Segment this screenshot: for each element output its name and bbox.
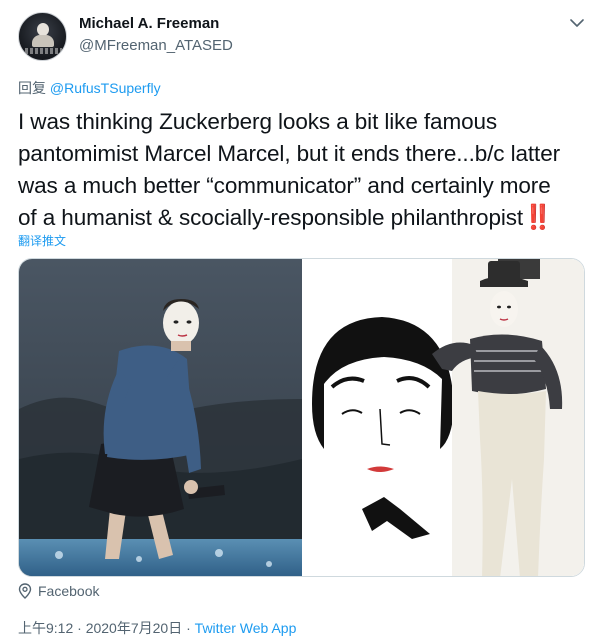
- avatar-caption-shape: [25, 48, 62, 54]
- translate-tweet-link[interactable]: 翻译推文: [18, 232, 66, 249]
- double-exclamation-emoji: ‼️: [523, 204, 553, 231]
- source-app-link[interactable]: Twitter Web App: [195, 620, 297, 636]
- tweet-time[interactable]: 上午9:12: [18, 620, 73, 636]
- chevron-down-icon: [570, 18, 584, 27]
- author-handle[interactable]: @MFreeman_ATASED: [79, 37, 233, 54]
- author-name[interactable]: Michael A. Freeman: [79, 15, 219, 32]
- tweet-text-line-text: of a humanist & scocially-responsible ph…: [18, 205, 524, 230]
- media-container[interactable]: [18, 258, 585, 577]
- photo-man-on-shore[interactable]: [19, 259, 302, 577]
- tweet-date[interactable]: 2020年7月20日: [86, 620, 183, 636]
- reply-context: 回复 @RufusTSuperfly: [18, 78, 161, 98]
- meta-separator: ·: [77, 620, 82, 636]
- tweet-text-line: pantomimist Marcel Marcel, but it ends t…: [18, 141, 561, 166]
- tweet-meta: 上午9:12 · 2020年7月20日 · Twitter Web App: [18, 618, 296, 638]
- reply-label: 回复: [18, 80, 46, 96]
- avatar[interactable]: [18, 12, 67, 61]
- source-location[interactable]: Facebook: [18, 583, 99, 599]
- avatar-body-shape: [32, 35, 54, 47]
- source-label: Facebook: [38, 583, 100, 599]
- tweet-text-line: of a humanist & scocially-responsible ph…: [18, 202, 588, 234]
- tweet-text-line: was a much better “communicator” and cer…: [18, 173, 551, 198]
- reply-to-link[interactable]: @RufusTSuperfly: [50, 80, 161, 96]
- location-pin-icon: [18, 583, 32, 599]
- photo-mime-illustration[interactable]: [302, 259, 585, 577]
- tweet-text-line: I was thinking Zuckerberg looks a bit li…: [18, 109, 498, 134]
- tweet-card: Michael A. Freeman @MFreeman_ATASED 回复 @…: [0, 0, 598, 638]
- meta-separator: ·: [186, 620, 191, 636]
- tweet-text: I was thinking Zuckerberg looks a bit li…: [18, 106, 588, 234]
- more-options-button[interactable]: [568, 14, 586, 32]
